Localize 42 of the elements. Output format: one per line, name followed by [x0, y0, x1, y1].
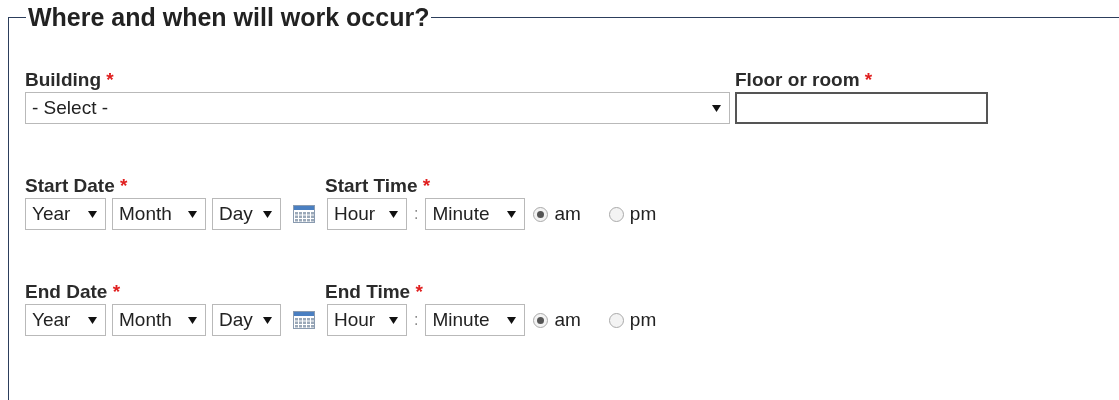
caret-icon [263, 315, 272, 325]
field-label: End Date * [25, 280, 122, 304]
input-field[interactable] [735, 92, 988, 124]
dropdown[interactable]: Minute [425, 198, 526, 230]
field-label: Start Time * [325, 174, 431, 198]
radio-button[interactable] [608, 312, 624, 328]
radio-button[interactable] [533, 206, 549, 222]
time-separator: : [414, 310, 419, 330]
dropdown[interactable]: Year [25, 198, 106, 230]
caret-icon [188, 315, 197, 325]
dropdown[interactable]: Month [112, 304, 206, 336]
caret-icon [389, 315, 398, 325]
caret-icon [507, 209, 517, 219]
radio-label: pm [629, 201, 657, 226]
section-title: Where and when will work occur? [27, 2, 431, 32]
radio-label: am [554, 307, 581, 332]
dropdown[interactable]: Minute [425, 304, 526, 336]
dropdown[interactable]: Year [25, 304, 106, 336]
caret-icon [389, 209, 398, 219]
field-label: End Time * [325, 280, 423, 304]
time-separator: : [414, 204, 419, 224]
dropdown[interactable]: Day [212, 198, 281, 230]
radio-button[interactable] [533, 312, 549, 328]
radio-button[interactable] [608, 206, 624, 222]
caret-icon [188, 209, 197, 219]
caret-icon [507, 315, 517, 325]
radio-label: am [554, 201, 581, 226]
dropdown[interactable]: Hour [327, 198, 407, 230]
building-dropdown[interactable]: - Select - [25, 92, 730, 124]
field-label: Building * [25, 68, 115, 92]
dropdown[interactable]: Month [112, 198, 206, 230]
field-label: Floor or room * [735, 68, 874, 92]
caret-icon [712, 103, 721, 113]
dropdown[interactable]: Day [212, 304, 281, 336]
caret-icon [263, 209, 272, 219]
caret-icon [88, 209, 97, 219]
radio-label: pm [629, 307, 657, 332]
calendar-icon[interactable] [293, 205, 315, 223]
caret-icon [88, 315, 97, 325]
calendar-icon[interactable] [293, 311, 315, 329]
dropdown[interactable]: Hour [327, 304, 407, 336]
field-label: Start Date * [25, 174, 129, 198]
